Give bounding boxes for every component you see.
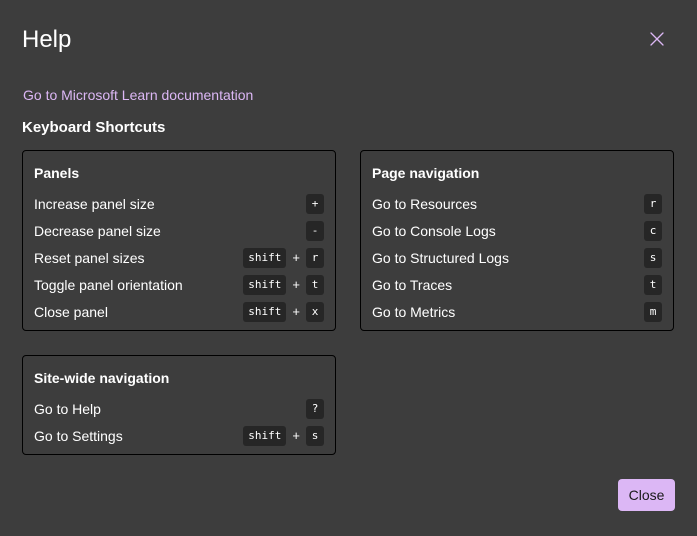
shortcut-row: Go to Structured Logs s — [372, 244, 662, 271]
shortcut-keys: - — [306, 220, 324, 241]
shortcut-row: Close panel shift + x — [34, 298, 324, 325]
help-dialog: Help Go to Microsoft Learn documentation… — [0, 0, 697, 536]
shortcut-row: Decrease panel size - — [34, 217, 324, 244]
panels-shortcuts-panel: Panels Increase panel size + Decrease pa… — [22, 150, 336, 331]
shortcut-label: Go to Metrics — [372, 303, 456, 320]
key-separator: + — [292, 304, 300, 319]
close-button[interactable]: Close — [618, 479, 675, 511]
page-navigation-panel: Page navigation Go to Resources r Go to … — [360, 150, 674, 331]
key-separator: + — [292, 428, 300, 443]
panel-title: Panels — [34, 165, 80, 181]
key: shift — [243, 301, 287, 322]
shortcut-keys: shift + s — [243, 425, 324, 446]
shortcut-keys: ? — [306, 398, 324, 419]
shortcut-row: Go to Metrics m — [372, 298, 662, 325]
key: shift — [243, 425, 287, 446]
dialog-title: Help — [22, 26, 72, 53]
key: r — [306, 247, 324, 268]
shortcut-label: Reset panel sizes — [34, 249, 145, 266]
key: shift — [243, 274, 287, 295]
shortcut-label: Go to Console Logs — [372, 222, 496, 239]
shortcut-keys: r — [644, 193, 662, 214]
key: shift — [243, 247, 287, 268]
shortcut-row: Increase panel size + — [34, 190, 324, 217]
key: ? — [306, 398, 324, 419]
shortcut-keys: m — [644, 301, 662, 322]
key: t — [644, 274, 662, 295]
key: + — [306, 193, 324, 214]
key: r — [644, 193, 662, 214]
shortcut-row: Go to Settings shift + s — [34, 422, 324, 449]
close-icon[interactable] — [646, 28, 668, 50]
shortcut-keys: shift + r — [243, 247, 324, 268]
site-wide-navigation-panel: Site-wide navigation Go to Help ? Go to … — [22, 355, 336, 455]
shortcut-keys: s — [644, 247, 662, 268]
key: x — [306, 301, 324, 322]
shortcut-label: Go to Resources — [372, 195, 478, 212]
key: - — [306, 220, 324, 241]
shortcut-row: Go to Help ? — [34, 395, 324, 422]
shortcut-label: Increase panel size — [34, 195, 155, 212]
shortcut-label: Toggle panel orientation — [34, 276, 183, 293]
shortcut-label: Close panel — [34, 303, 108, 320]
learn-documentation-link[interactable]: Go to Microsoft Learn documentation — [23, 86, 253, 104]
shortcut-label: Go to Traces — [372, 276, 453, 293]
key: s — [644, 247, 662, 268]
shortcut-keys: shift + x — [243, 301, 324, 322]
shortcut-label: Go to Settings — [34, 427, 123, 444]
shortcut-keys: + — [306, 193, 324, 214]
shortcut-row: Go to Traces t — [372, 271, 662, 298]
key-separator: + — [292, 250, 300, 265]
key: c — [644, 220, 662, 241]
keyboard-shortcuts-heading: Keyboard Shortcuts — [22, 119, 166, 136]
shortcut-label: Decrease panel size — [34, 222, 161, 239]
key: t — [306, 274, 324, 295]
shortcut-row: Go to Resources r — [372, 190, 662, 217]
shortcut-keys: c — [644, 220, 662, 241]
shortcut-row: Reset panel sizes shift + r — [34, 244, 324, 271]
shortcut-keys: t — [644, 274, 662, 295]
shortcut-row: Go to Console Logs c — [372, 217, 662, 244]
panel-title: Site-wide navigation — [34, 370, 170, 386]
shortcut-keys: shift + t — [243, 274, 324, 295]
key: s — [306, 425, 324, 446]
shortcut-label: Go to Structured Logs — [372, 249, 509, 266]
key-separator: + — [292, 277, 300, 292]
shortcut-row: Toggle panel orientation shift + t — [34, 271, 324, 298]
shortcut-label: Go to Help — [34, 400, 101, 417]
key: m — [644, 301, 662, 322]
panel-title: Page navigation — [372, 165, 480, 181]
